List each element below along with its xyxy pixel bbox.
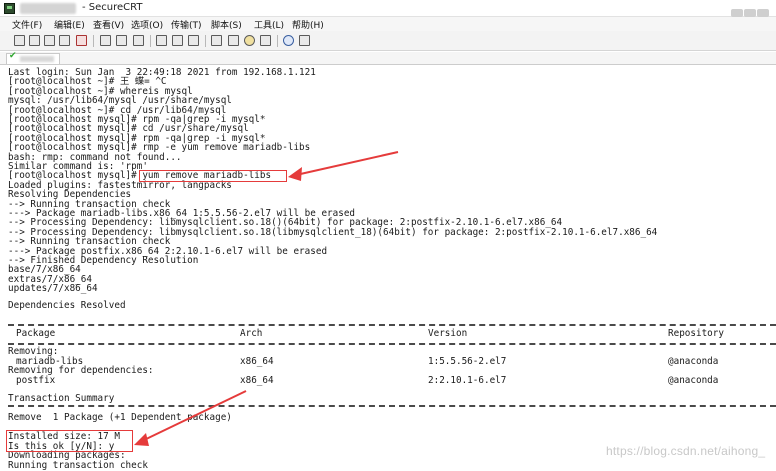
about-icon[interactable]: [299, 35, 310, 46]
global-options-icon[interactable]: [228, 35, 239, 46]
blurred-session-name: [20, 3, 76, 14]
annotation-arrows: [134, 151, 399, 446]
key-icon[interactable]: [244, 35, 255, 46]
menu-help[interactable]: 帮助(H): [292, 18, 324, 31]
toolbar-separator: [93, 35, 94, 47]
toolbar-separator: [277, 35, 278, 47]
arrow-head-prompt: [134, 433, 149, 446]
window-title: - SecureCRT: [82, 2, 143, 13]
menu-edit[interactable]: 编辑(E): [54, 18, 85, 31]
arrow-head-command: [288, 167, 302, 181]
menu-bar: 文件(F) 编辑(E) 查看(V) 选项(O) 传输(T) 脚本(S) 工具(L…: [0, 17, 776, 31]
minimize-button[interactable]: [731, 9, 743, 17]
quick-connect-icon[interactable]: [29, 35, 40, 46]
sftp-icon[interactable]: [188, 35, 199, 46]
connect-icon[interactable]: [14, 35, 25, 46]
reconnect-icon[interactable]: [59, 35, 70, 46]
toolbar-separator: [150, 35, 151, 47]
menu-options[interactable]: 选项(O): [131, 18, 163, 31]
csdn-watermark: https://blog.csdn.net/aihong_: [606, 444, 766, 458]
menu-script[interactable]: 脚本(S): [211, 18, 242, 31]
blurred-tab-label: [20, 56, 54, 62]
close-button[interactable]: [757, 9, 769, 17]
help-icon[interactable]: [283, 35, 294, 46]
print-icon[interactable]: [156, 35, 167, 46]
window-controls[interactable]: [730, 2, 770, 17]
connected-check-icon: ✔: [9, 51, 17, 61]
session-tab[interactable]: ✔: [6, 51, 60, 64]
maximize-button[interactable]: [744, 9, 756, 17]
menu-transfer[interactable]: 传输(T): [171, 18, 202, 31]
connect-tab-icon[interactable]: [44, 35, 55, 46]
disconnect-icon[interactable]: [76, 35, 87, 46]
find-icon[interactable]: [133, 35, 144, 46]
copy-icon[interactable]: [100, 35, 111, 46]
terminal-output[interactable]: Last login: Sun Jan 3 22:49:18 2021 from…: [0, 66, 776, 471]
paste-icon[interactable]: [116, 35, 127, 46]
arrow-line-command: [295, 151, 399, 176]
securecrt-app-icon: [4, 3, 15, 14]
menu-view[interactable]: 查看(V): [93, 18, 124, 31]
toolbar-separator: [205, 35, 206, 47]
arrow-line-prompt: [141, 390, 247, 442]
session-tab-bar: ✔: [0, 51, 776, 65]
title-bar: - SecureCRT: [0, 0, 776, 17]
map-keys-icon[interactable]: [260, 35, 271, 46]
menu-file[interactable]: 文件(F): [12, 18, 42, 31]
session-options-icon[interactable]: [211, 35, 222, 46]
log-icon[interactable]: [172, 35, 183, 46]
menu-tools[interactable]: 工具(L): [254, 18, 284, 31]
toolbar: [0, 31, 776, 51]
